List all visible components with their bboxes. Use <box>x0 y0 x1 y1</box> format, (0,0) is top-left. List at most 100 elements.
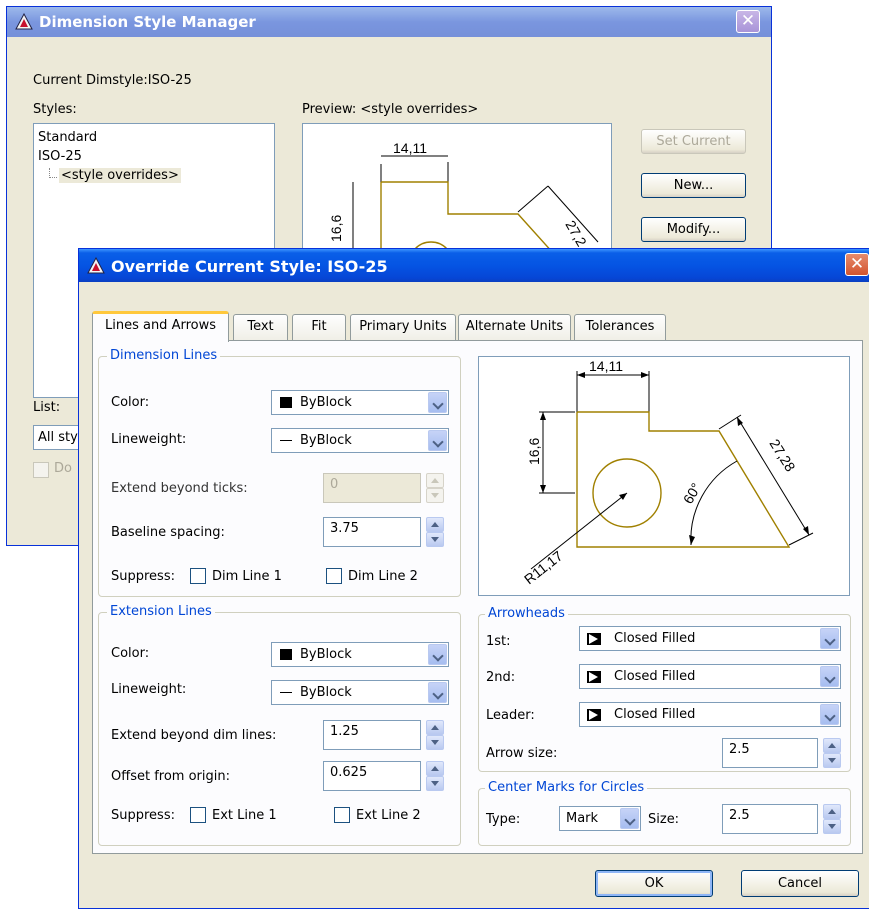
ext-color-select[interactable]: ByBlock <box>271 642 449 667</box>
tab-primary-units[interactable]: Primary Units <box>350 314 456 340</box>
styles-label: Styles: <box>33 102 77 117</box>
dim-color-select[interactable]: ByBlock <box>271 390 449 415</box>
first-arrow-label: 1st: <box>486 634 511 649</box>
spin-down-icon <box>426 488 444 503</box>
baseline-spacing-spinner[interactable] <box>426 517 444 547</box>
extension-lines-title: Extension Lines <box>107 604 215 619</box>
offset-origin-spinner[interactable] <box>426 761 444 791</box>
ext-line2-label: Ext Line 2 <box>356 808 421 823</box>
closed-filled-arrow-icon <box>587 633 601 645</box>
spin-down-icon <box>823 819 841 834</box>
dont-list-checkbox[interactable] <box>33 462 49 478</box>
center-size-input[interactable]: 2.5 <box>722 804 818 834</box>
style-item-iso25[interactable]: ISO-25 <box>38 149 82 164</box>
dim-line1-checkbox[interactable] <box>190 568 206 584</box>
first-arrow-select[interactable]: Closed Filled <box>579 626 841 651</box>
cancel-button[interactable]: Cancel <box>741 870 859 897</box>
center-size-spinner[interactable] <box>823 804 841 834</box>
chevron-down-icon <box>820 704 839 725</box>
spin-up-icon <box>426 517 444 532</box>
manager-titlebar[interactable]: Dimension Style Manager ✕ <box>7 7 771 37</box>
chevron-down-icon <box>428 392 447 413</box>
spin-down-icon <box>426 776 444 791</box>
dim-radius-text: R11,17 <box>521 547 566 587</box>
tab-lines-and-arrows[interactable]: Lines and Arrows <box>92 311 229 342</box>
ext-lineweight-label: Lineweight: <box>111 682 187 697</box>
ext-line1-checkbox[interactable] <box>190 807 206 823</box>
manager-preview-drawing: 14,11 16,6 27,2 <box>328 140 599 287</box>
offset-origin-input[interactable]: 0.625 <box>323 761 421 791</box>
dim-angle-text: 60° <box>680 480 704 506</box>
style-item-standard[interactable]: Standard <box>38 130 97 145</box>
ext-lineweight-select[interactable]: ByBlock <box>271 680 449 705</box>
center-marks-title: Center Marks for Circles <box>485 780 648 795</box>
dim-color-label: Color: <box>111 395 150 410</box>
set-current-button[interactable]: Set Current <box>641 129 746 154</box>
dim-lineweight-select[interactable]: ByBlock <box>271 428 449 453</box>
color-swatch-icon <box>280 397 292 408</box>
center-size-label: Size: <box>648 812 680 827</box>
dim-top-text: 14,11 <box>589 358 623 374</box>
spin-down-icon <box>823 753 841 768</box>
spin-down-icon <box>426 532 444 547</box>
ext-suppress-label: Suppress: <box>111 808 175 823</box>
center-type-select[interactable]: Mark <box>559 806 641 831</box>
dim-lineweight-label: Lineweight: <box>111 432 187 447</box>
override-title: Override Current Style: ISO-25 <box>111 257 388 276</box>
lineweight-icon <box>280 692 292 693</box>
extend-ticks-spinner[interactable] <box>426 473 444 503</box>
tree-connector <box>49 168 57 178</box>
new-button[interactable]: New... <box>641 173 746 198</box>
chevron-down-icon <box>820 666 839 687</box>
arrowheads-title: Arrowheads <box>485 606 568 621</box>
spin-up-icon <box>426 473 444 488</box>
second-arrow-select[interactable]: Closed Filled <box>579 664 841 689</box>
manager-dim-top: 14,11 <box>393 140 427 156</box>
override-close-icon[interactable]: ✕ <box>845 253 869 276</box>
dim-suppress-label: Suppress: <box>111 569 175 584</box>
tab-fit[interactable]: Fit <box>292 314 346 340</box>
chevron-down-icon <box>620 808 639 829</box>
tab-text[interactable]: Text <box>233 314 288 340</box>
arrow-size-input[interactable]: 2.5 <box>722 738 818 768</box>
color-swatch-icon <box>280 649 292 660</box>
manager-title: Dimension Style Manager <box>39 13 256 31</box>
tab-tolerances[interactable]: Tolerances <box>574 314 666 340</box>
tab-alternate-units[interactable]: Alternate Units <box>458 314 571 340</box>
extend-ticks-input[interactable]: 0 <box>323 473 421 503</box>
second-arrow-label: 2nd: <box>486 670 516 685</box>
extend-dim-lines-spinner[interactable] <box>426 720 444 750</box>
spin-up-icon <box>426 761 444 776</box>
autocad-app-icon <box>15 13 33 30</box>
preview-drawing: 14,11 16,6 27,28 60° R11,17 <box>521 358 814 587</box>
chevron-down-icon <box>820 628 839 649</box>
spin-up-icon <box>823 738 841 753</box>
leader-arrow-select[interactable]: Closed Filled <box>579 702 841 727</box>
dont-list-label: Do <box>54 461 72 476</box>
ext-line2-checkbox[interactable] <box>334 807 350 823</box>
autocad-app-icon <box>87 257 105 274</box>
leader-arrow-label: Leader: <box>486 708 535 723</box>
closed-filled-arrow-icon <box>587 709 601 721</box>
dim-line2-label: Dim Line 2 <box>348 569 418 584</box>
extend-dim-lines-input[interactable]: 1.25 <box>323 720 421 750</box>
dim-line2-checkbox[interactable] <box>326 568 342 584</box>
ok-button[interactable]: OK <box>595 870 713 897</box>
extend-ticks-label: Extend beyond ticks: <box>111 481 248 496</box>
baseline-spacing-input[interactable]: 3.75 <box>323 517 421 547</box>
dimension-lines-title: Dimension Lines <box>107 348 221 363</box>
extend-dim-lines-label: Extend beyond dim lines: <box>111 728 277 743</box>
override-titlebar[interactable]: Override Current Style: ISO-25 ✕ <box>79 249 869 282</box>
style-item-overrides[interactable]: <style overrides> <box>59 168 181 183</box>
arrow-size-label: Arrow size: <box>486 746 558 761</box>
modify-button[interactable]: Modify... <box>641 217 746 242</box>
list-label: List: <box>33 400 61 415</box>
preview-label: Preview: <style overrides> <box>302 102 479 117</box>
manager-close-icon[interactable]: ✕ <box>736 10 760 33</box>
spin-up-icon <box>823 804 841 819</box>
chevron-down-icon <box>428 682 447 703</box>
closed-filled-arrow-icon <box>587 671 601 683</box>
arrow-size-spinner[interactable] <box>823 738 841 768</box>
chevron-down-icon <box>428 644 447 665</box>
center-type-label: Type: <box>486 812 521 827</box>
